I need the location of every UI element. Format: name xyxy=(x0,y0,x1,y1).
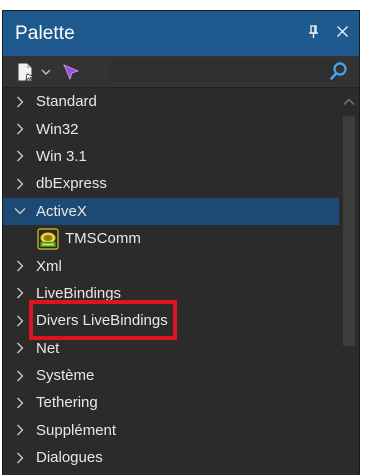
tree-item-label: Xml xyxy=(36,257,62,275)
tree-item-label: Standard xyxy=(36,93,97,111)
tree-item-divers-livebindings[interactable]: Divers LiveBindings xyxy=(3,307,339,334)
chevron-down-icon xyxy=(41,69,51,75)
chevron-right-icon xyxy=(13,260,27,272)
pin-button[interactable] xyxy=(308,24,320,43)
search-icon xyxy=(330,62,347,80)
new-page-dropdown[interactable] xyxy=(39,60,53,84)
chevron-down-icon xyxy=(13,207,27,215)
chevron-right-icon xyxy=(13,342,27,354)
pin-icon xyxy=(309,24,318,38)
panel-title: Palette xyxy=(15,22,75,44)
tree-item-label: Net xyxy=(36,339,60,357)
palette-panel: Palette Standard Win32 Win 3.1 dbExpress… xyxy=(2,10,360,475)
tree-item-dialogues[interactable]: Dialogues xyxy=(3,444,339,471)
tree-item-label: ActiveX xyxy=(36,202,87,220)
tree-item-label: Win 3.1 xyxy=(36,147,87,165)
tree-item-tethering[interactable]: Tethering xyxy=(3,389,339,416)
chevron-right-icon xyxy=(13,397,27,409)
new-page-button[interactable] xyxy=(15,60,37,84)
palette-title-bar: Palette xyxy=(3,11,359,56)
chevron-right-icon xyxy=(13,150,27,162)
tree-item-activex[interactable]: ActiveX xyxy=(3,197,339,225)
tree-item-label: TMSComm xyxy=(65,230,141,248)
title-buttons xyxy=(308,11,349,56)
search-input[interactable] xyxy=(109,60,337,82)
close-button[interactable] xyxy=(336,25,349,42)
tree-item-label: LiveBindings xyxy=(36,284,122,302)
select-cursor-button[interactable] xyxy=(61,60,81,84)
tree-item-label: Supplément xyxy=(36,421,117,439)
component-tree: Standard Win32 Win 3.1 dbExpress ActiveX xyxy=(3,88,339,475)
tree-item-label: Tethering xyxy=(36,394,98,412)
cursor-arrow-icon xyxy=(63,63,80,80)
chevron-right-icon xyxy=(13,287,27,299)
tree-item-tmscomm[interactable]: TMSComm xyxy=(3,225,339,252)
new-page-icon xyxy=(18,63,35,82)
tree-item-systeme[interactable]: Système xyxy=(3,362,339,389)
tms-comm-component-icon xyxy=(37,228,59,250)
tree-item-label: Win32 xyxy=(36,120,79,138)
chevron-right-icon xyxy=(13,315,27,327)
chevron-right-icon xyxy=(13,452,27,464)
tree-item-label: Dialogues xyxy=(36,449,103,467)
scroll-up-button[interactable] xyxy=(342,96,356,108)
tree-item-win31[interactable]: Win 3.1 xyxy=(3,143,339,170)
tree-item-livebindings[interactable]: LiveBindings xyxy=(3,280,339,307)
close-icon xyxy=(337,26,348,37)
tree-item-net[interactable]: Net xyxy=(3,335,339,362)
chevron-right-icon xyxy=(13,96,27,108)
tree-item-label: Système xyxy=(36,367,95,385)
vertical-scrollbar[interactable] xyxy=(339,88,359,475)
chevron-right-icon xyxy=(13,178,27,190)
tree-item-label: dbExpress xyxy=(36,175,107,193)
chevron-right-icon xyxy=(13,424,27,436)
tree-item-win32[interactable]: Win32 xyxy=(3,115,339,142)
palette-toolbar xyxy=(3,56,359,88)
chevron-up-icon xyxy=(343,98,355,105)
tree-item-xml[interactable]: Xml xyxy=(3,252,339,279)
tree-item-standard[interactable]: Standard xyxy=(3,88,339,115)
tree-item-label: Divers LiveBindings xyxy=(36,312,168,330)
chevron-right-icon xyxy=(13,123,27,135)
search-button[interactable] xyxy=(327,59,351,83)
chevron-right-icon xyxy=(13,370,27,382)
tree-item-dbexpress[interactable]: dbExpress xyxy=(3,170,339,197)
tree-item-supplement[interactable]: Supplément xyxy=(3,417,339,444)
scrollbar-thumb[interactable] xyxy=(343,116,355,346)
